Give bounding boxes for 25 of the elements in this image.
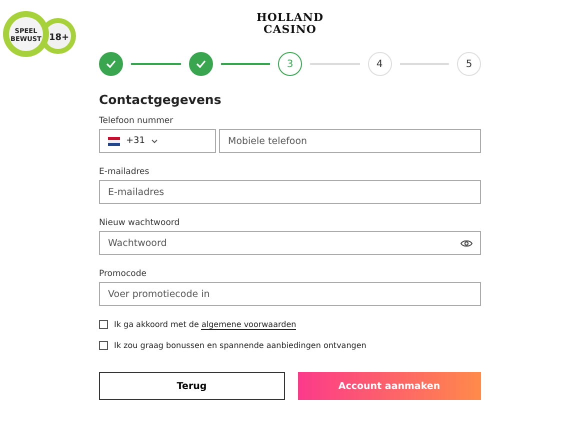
flag-icon bbox=[108, 136, 120, 146]
section-heading: Contactgegevens bbox=[99, 92, 222, 107]
terms-link[interactable]: algemene voorwaarden bbox=[201, 320, 296, 330]
checkbox-label: Ik zou graag bonussen en spannende aanbiedingen ontvangen bbox=[114, 341, 366, 350]
step-indicator: 3 bbox=[278, 52, 302, 76]
check-icon bbox=[106, 60, 116, 68]
field-label: Telefoon nummer bbox=[99, 116, 174, 126]
chevron-down-icon bbox=[151, 138, 158, 144]
input-field[interactable]: Wachtwoord bbox=[99, 231, 481, 255]
country-code-select[interactable]: +31 bbox=[99, 129, 216, 153]
check-icon bbox=[196, 60, 206, 68]
input-field[interactable]: Voer promotiecode in bbox=[99, 282, 481, 306]
casino-logo: HOLLAND CASINO bbox=[256, 12, 324, 36]
step-indicator: 4 bbox=[368, 52, 392, 76]
eye-icon[interactable] bbox=[460, 238, 473, 248]
phone-field[interactable]: Mobiele telefoon bbox=[219, 129, 481, 153]
field-label: Promocode bbox=[99, 269, 148, 279]
checkbox-label: Ik ga akkoord met de algemene voorwaarden bbox=[114, 320, 296, 329]
field-label: E-mailadres bbox=[99, 167, 150, 177]
checkbox[interactable] bbox=[99, 341, 108, 350]
step-indicator: 5 bbox=[457, 52, 481, 76]
back-button[interactable]: Terug bbox=[99, 372, 284, 400]
field-label: Nieuw wachtwoord bbox=[99, 218, 181, 228]
input-field[interactable]: E-mailadres bbox=[99, 180, 481, 204]
checkbox[interactable] bbox=[99, 320, 108, 329]
